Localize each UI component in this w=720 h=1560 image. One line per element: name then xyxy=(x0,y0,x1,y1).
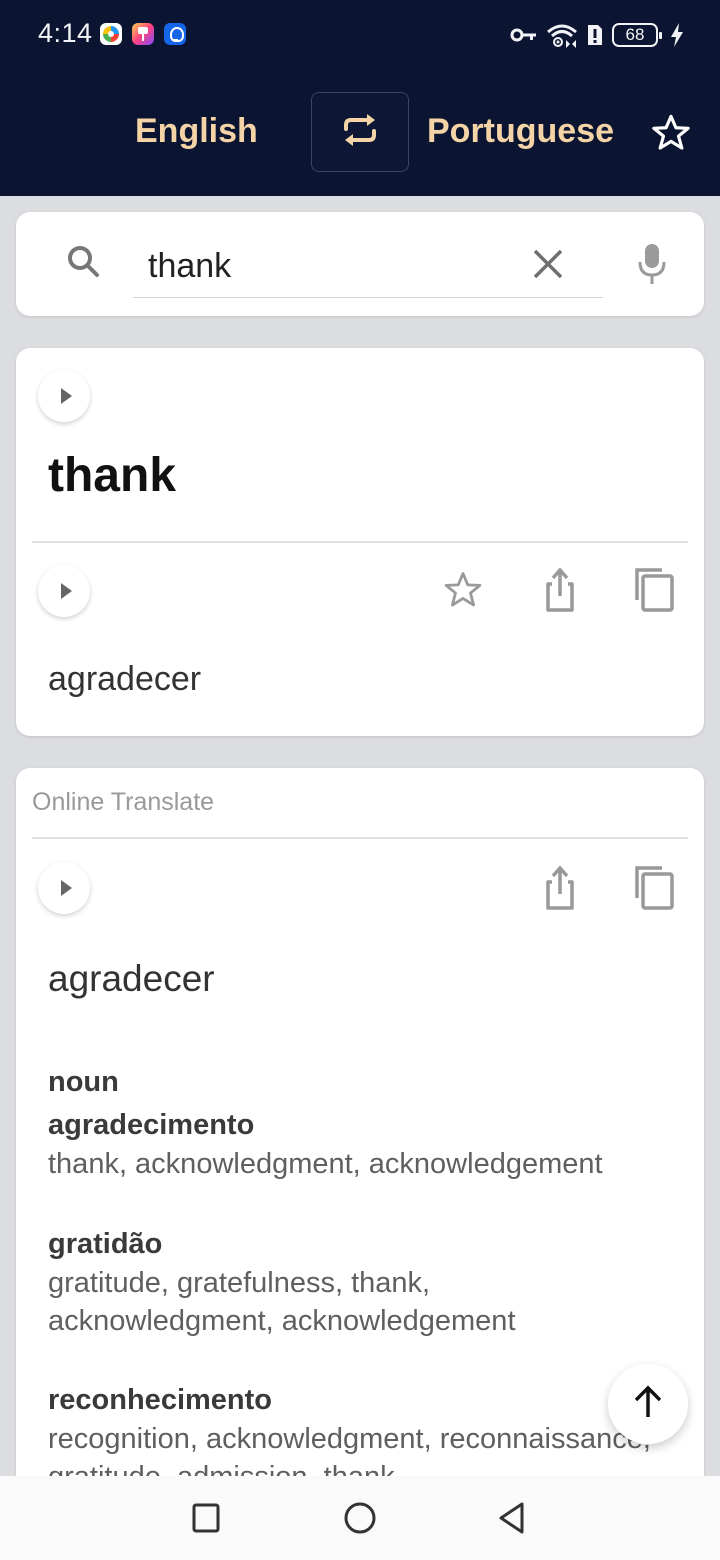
entry-word: agradecimento xyxy=(48,1109,255,1141)
app-icon-paintbrush xyxy=(132,23,154,45)
copy-icon[interactable] xyxy=(634,566,678,614)
recents-square-icon xyxy=(191,1503,221,1538)
online-translate-label: Online Translate xyxy=(32,788,215,816)
entry-word: reconhecimento xyxy=(48,1384,272,1416)
copy-icon[interactable] xyxy=(634,864,678,912)
app-icon-lightbulb xyxy=(164,23,186,45)
app-icon-colorful-circle xyxy=(100,23,122,45)
play-online-translation-button[interactable] xyxy=(38,862,90,914)
app-header: 4:14 68 English Portuguese xyxy=(0,0,720,196)
star-outline-icon xyxy=(650,114,692,158)
entry-synonyms: gratitude, gratefulness, thank, acknowle… xyxy=(48,1267,516,1337)
back-triangle-icon xyxy=(497,1502,527,1539)
swap-languages-button[interactable] xyxy=(311,92,409,172)
clear-search-button[interactable] xyxy=(528,244,568,289)
system-nav-bar xyxy=(0,1476,720,1560)
entry-word: gratidão xyxy=(48,1228,163,1260)
play-translation-button[interactable] xyxy=(38,565,90,617)
share-icon[interactable] xyxy=(538,566,582,614)
status-time: 4:14 xyxy=(38,18,93,48)
favorites-button[interactable] xyxy=(650,112,692,154)
entry-synonyms: thank, acknowledgment, acknowledgement xyxy=(48,1148,603,1180)
recents-button[interactable] xyxy=(186,1500,226,1540)
headword: thank xyxy=(48,449,177,502)
scroll-to-top-button[interactable] xyxy=(608,1364,688,1444)
divider xyxy=(32,541,688,543)
charging-icon xyxy=(670,23,684,47)
battery-icon: 68 xyxy=(612,23,662,47)
back-button[interactable] xyxy=(492,1500,532,1540)
search-bar xyxy=(16,212,704,316)
mic-button[interactable] xyxy=(636,242,668,291)
vpn-key-icon xyxy=(510,25,538,45)
wifi-icon xyxy=(546,22,578,48)
target-language-button[interactable]: Portuguese xyxy=(427,112,614,151)
swap-icon xyxy=(340,113,380,152)
play-headword-button[interactable] xyxy=(38,370,90,422)
sim-alert-icon xyxy=(586,23,604,47)
search-icon xyxy=(64,242,104,287)
home-button[interactable] xyxy=(340,1500,380,1540)
home-circle-icon xyxy=(343,1501,377,1540)
star-outline-icon[interactable] xyxy=(441,568,485,616)
source-language-button[interactable]: English xyxy=(135,112,258,151)
online-translation-text: agradecer xyxy=(48,958,215,999)
status-icons: 68 xyxy=(510,20,684,50)
language-bar: English Portuguese xyxy=(0,90,720,174)
online-translate-card: Online Translate agradecer noun agradeci… xyxy=(16,768,704,1528)
status-bar: 4:14 68 xyxy=(0,0,720,70)
share-icon[interactable] xyxy=(538,864,582,912)
part-of-speech: noun xyxy=(48,1066,119,1098)
divider xyxy=(32,837,688,839)
translation-text: agradecer xyxy=(48,660,202,698)
arrow-up-icon xyxy=(630,1384,666,1425)
dictionary-result-card: thank agradecer xyxy=(16,348,704,736)
